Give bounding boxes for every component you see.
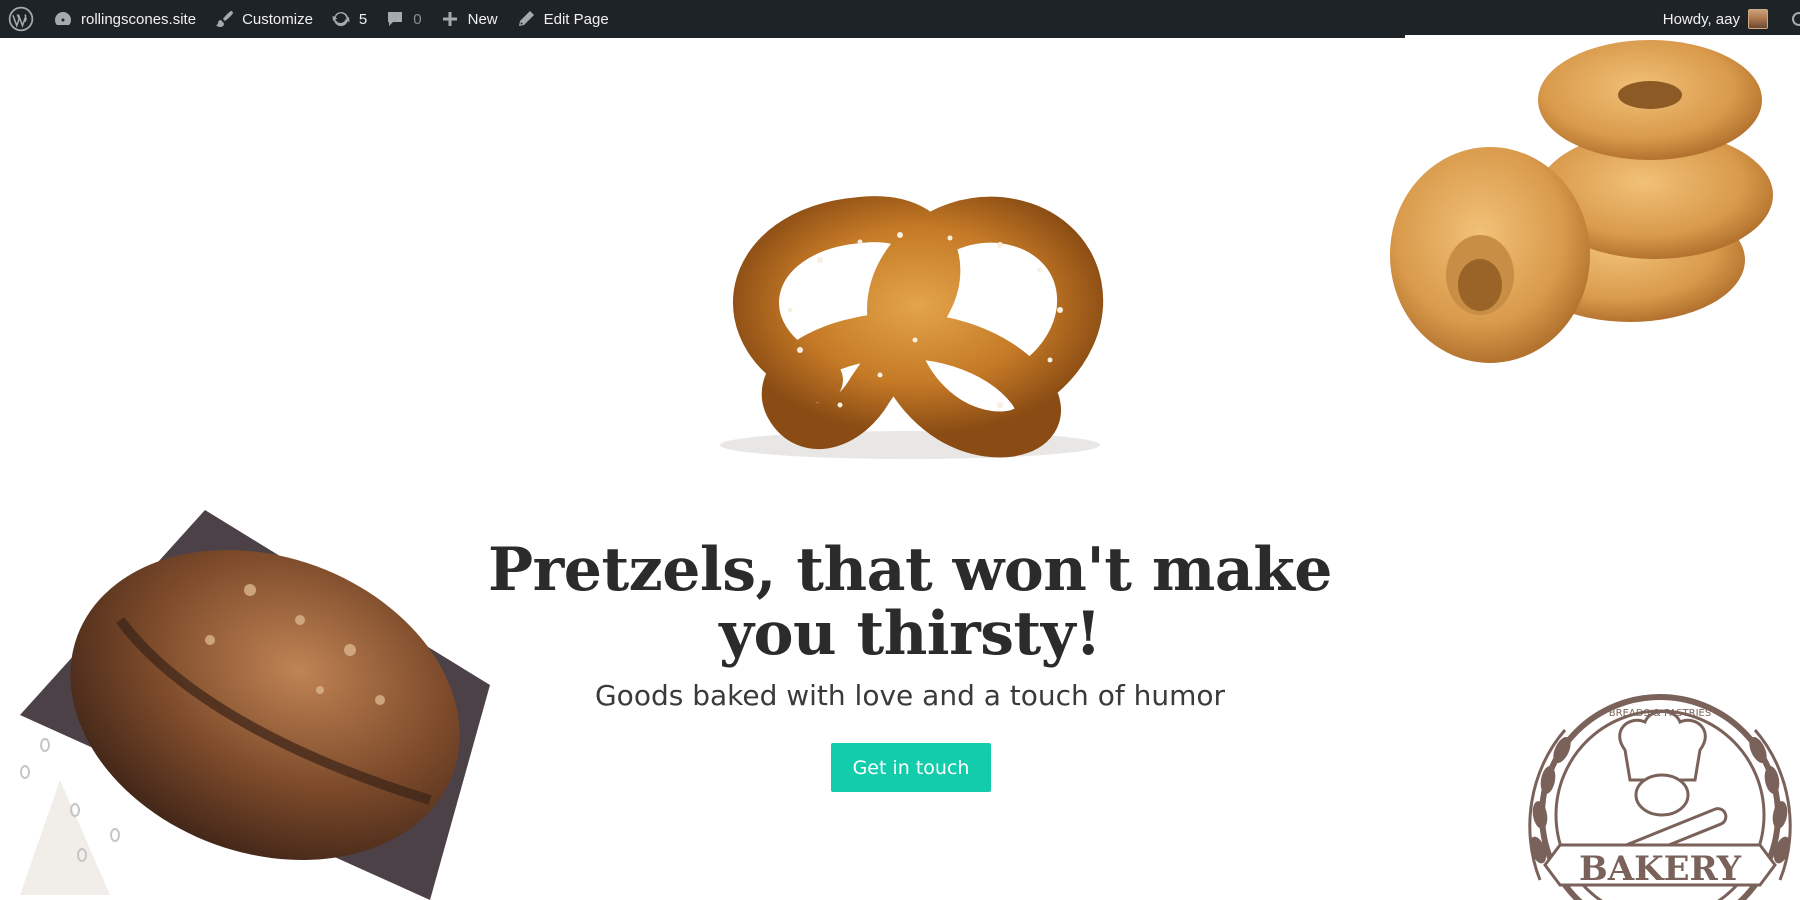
customize-label: Customize	[242, 10, 313, 28]
get-in-touch-button[interactable]: Get in touch	[831, 743, 991, 792]
logo-bakery-text: BAKERY	[1579, 849, 1742, 889]
bakery-logo: BAKERY BREADS & PASTRIES	[1528, 694, 1792, 900]
logo-top-text: BREADS & PASTRIES	[1609, 708, 1711, 719]
avatar	[1748, 9, 1768, 29]
comments-count: 0	[413, 10, 422, 28]
edit-page-link[interactable]: Edit Page	[507, 0, 618, 38]
plus-icon	[440, 9, 460, 29]
wordpress-menu[interactable]	[0, 0, 44, 38]
comment-bubble-icon	[385, 9, 405, 29]
pencil-icon	[516, 9, 536, 29]
dashboard-gauge-icon	[53, 9, 73, 29]
admin-bar-secondary: Howdy, aay	[1654, 0, 1800, 38]
site-name-label: rollingscones.site	[81, 10, 197, 28]
admin-bar: rollingscones.site Customize 5 0 New Edi…	[0, 0, 1800, 38]
site-name-link[interactable]: rollingscones.site	[44, 0, 205, 38]
bagels-image	[1390, 35, 1800, 397]
hero-subheadline: Goods baked with love and a touch of hum…	[594, 679, 1225, 712]
new-label: New	[467, 10, 498, 28]
comments-link[interactable]: 0	[376, 0, 430, 38]
pretzel-image	[720, 196, 1104, 459]
updates-link[interactable]: 5	[322, 0, 376, 38]
customize-link[interactable]: Customize	[205, 0, 322, 38]
edit-page-label: Edit Page	[543, 10, 609, 28]
brush-icon	[214, 9, 234, 29]
greeting-label: Howdy, aay	[1662, 10, 1740, 28]
refresh-icon	[331, 9, 351, 29]
account-menu[interactable]: Howdy, aay	[1654, 0, 1772, 38]
bread-loaf-image	[20, 510, 490, 900]
search-icon[interactable]	[1792, 12, 1800, 26]
hero-headline: Pretzels, that won't make you thirsty!	[488, 535, 1332, 669]
updates-count: 5	[358, 10, 368, 28]
new-content-link[interactable]: New	[431, 0, 507, 38]
wordpress-logo-icon	[8, 6, 34, 32]
